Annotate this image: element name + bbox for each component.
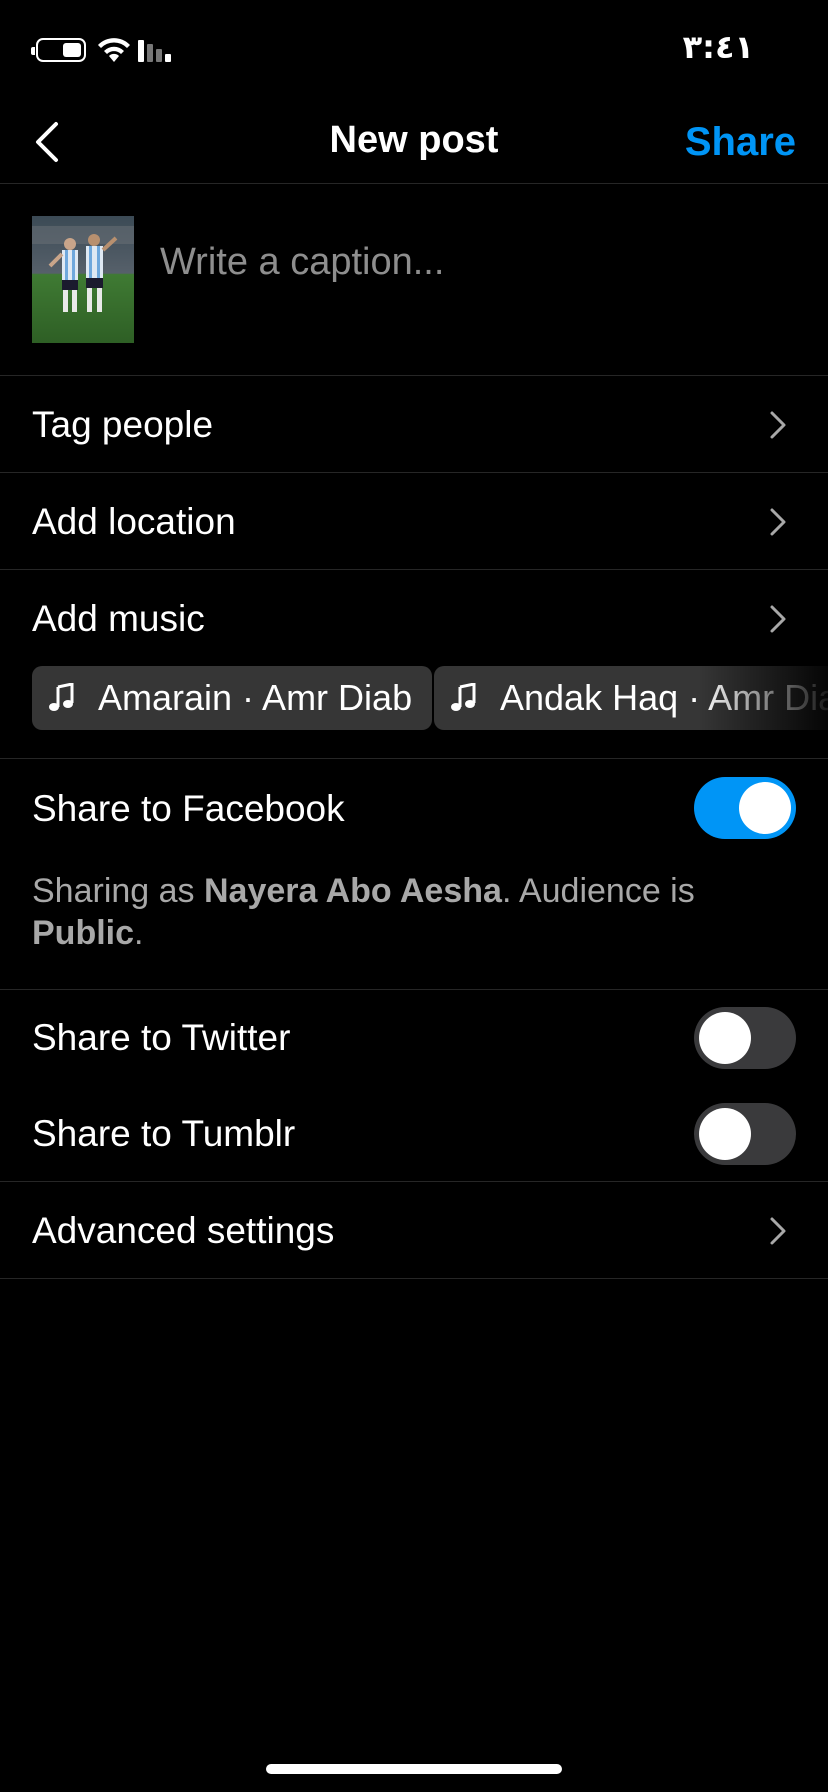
chevron-right-icon xyxy=(770,605,786,633)
share-facebook-row: Share to Facebook xyxy=(0,759,828,859)
share-button[interactable]: Share xyxy=(685,114,796,170)
add-music-label: Add music xyxy=(32,598,205,639)
post-thumbnail xyxy=(32,216,134,343)
add-location-row[interactable]: Add location xyxy=(0,474,828,570)
status-bar: ٣:٤١ xyxy=(0,0,828,100)
signal-icon xyxy=(138,38,178,62)
audience-value: Public xyxy=(32,914,135,952)
share-twitter-row: Share to Twitter xyxy=(0,990,828,1086)
tag-people-row[interactable]: Tag people xyxy=(0,377,828,473)
battery-icon xyxy=(31,38,86,62)
chevron-right-icon xyxy=(770,1217,786,1245)
tumblr-toggle[interactable] xyxy=(694,1103,796,1165)
wifi-icon xyxy=(98,38,130,62)
music-note-icon xyxy=(49,683,74,711)
header: New post Share xyxy=(0,100,828,184)
add-music-row[interactable]: Add music xyxy=(0,571,828,667)
share-twitter-label: Share to Twitter xyxy=(32,1017,291,1058)
advanced-settings-label: Advanced settings xyxy=(32,1210,335,1251)
caption-row xyxy=(0,184,828,376)
add-location-label: Add location xyxy=(32,501,236,542)
home-indicator xyxy=(266,1764,562,1774)
music-chip[interactable]: Andak Haq · Amr Diab xyxy=(434,666,828,730)
tag-people-label: Tag people xyxy=(32,404,214,445)
facebook-toggle[interactable] xyxy=(694,777,796,839)
share-tumblr-label: Share to Tumblr xyxy=(32,1113,296,1154)
chevron-right-icon xyxy=(770,508,786,536)
music-note-icon xyxy=(451,683,476,711)
advanced-settings-row[interactable]: Advanced settings xyxy=(0,1183,828,1279)
share-facebook-label: Share to Facebook xyxy=(32,788,345,829)
music-chip[interactable]: Amarain · Amr Diab xyxy=(32,666,433,730)
music-suggestions: Amarain · Amr Diab Andak Haq · Amr Diab xyxy=(0,666,828,732)
share-tumblr-row: Share to Tumblr xyxy=(0,1086,828,1182)
music-chip-label: Andak Haq · Amr Diab xyxy=(500,677,828,718)
music-chip-label: Amarain · Amr Diab xyxy=(98,677,413,718)
twitter-toggle[interactable] xyxy=(694,1007,796,1069)
sharing-account-name: Nayera Abo Aesha xyxy=(204,872,502,910)
sharing-note: Sharing as Nayera Abo Aesha. Audience is… xyxy=(32,872,695,952)
status-time: ٣:٤١ xyxy=(682,28,754,66)
chevron-right-icon xyxy=(770,411,786,439)
caption-input[interactable] xyxy=(160,232,780,292)
